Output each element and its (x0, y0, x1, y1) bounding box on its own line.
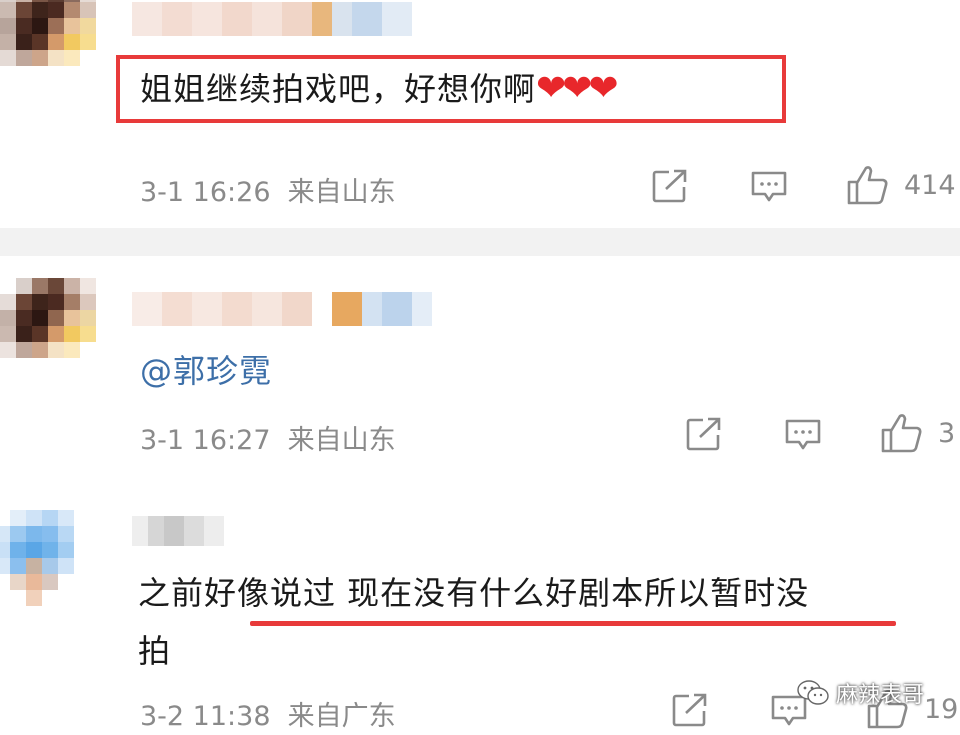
comment-location: 来自山东 (287, 425, 396, 456)
watermark: 麻辣表哥 (796, 675, 924, 711)
mention-link[interactable]: @郭珍霓 (140, 346, 272, 392)
share-icon[interactable] (686, 417, 722, 451)
avatar[interactable] (0, 278, 112, 390)
thumbs-up-icon[interactable] (880, 412, 924, 454)
comment-time: 3-1 16:27 (140, 425, 271, 456)
username-blurred[interactable] (132, 516, 224, 546)
comment-location: 来自广东 (287, 701, 396, 732)
username-blurred[interactable] (132, 2, 412, 36)
like-count: 3 (938, 418, 956, 449)
comment-text-line2: 拍 (138, 632, 172, 670)
like-count: 19 (924, 694, 959, 725)
wechat-icon (797, 680, 829, 705)
comment-item: @郭珍霓 3-1 16:27 来自山东 3 (0, 258, 960, 476)
comment-meta: 3-1 16:27 来自山东 (140, 418, 396, 457)
section-divider (0, 228, 960, 256)
comment-icon[interactable] (750, 170, 788, 204)
avatar[interactable] (0, 510, 106, 622)
comment-time: 3-1 16:26 (140, 177, 271, 208)
username-blurred[interactable] (132, 292, 432, 326)
avatar[interactable] (0, 0, 112, 98)
comment-meta: 3-1 16:26 来自山东 (140, 170, 396, 209)
comment-time: 3-2 11:38 (140, 701, 271, 732)
share-icon[interactable] (652, 169, 688, 203)
comment-text: 之前好像说过 现在没有什么好剧本所以暂时没 (138, 574, 810, 612)
share-icon[interactable] (672, 693, 708, 727)
comment-item: 姐姐继续拍戏吧，好想你啊❤❤❤ 3-1 16:26 来自山东 414 (0, 0, 960, 228)
comment-location: 来自山东 (287, 177, 396, 208)
like-count: 414 (904, 170, 956, 201)
comment-icon[interactable] (784, 418, 822, 452)
watermark-label: 麻辣表哥 (836, 683, 925, 708)
thumbs-up-icon[interactable] (846, 164, 890, 206)
comment-list: 姐姐继续拍戏吧，好想你啊❤❤❤ 3-1 16:26 来自山东 414 @郭珍霓 … (0, 0, 960, 735)
comment-meta: 3-2 11:38 来自广东 (140, 694, 396, 733)
highlight-underline (250, 621, 896, 626)
heart-emoji: ❤❤❤ (536, 68, 618, 109)
comment-text: 姐姐继续拍戏吧，好想你啊❤❤❤ (140, 68, 618, 109)
